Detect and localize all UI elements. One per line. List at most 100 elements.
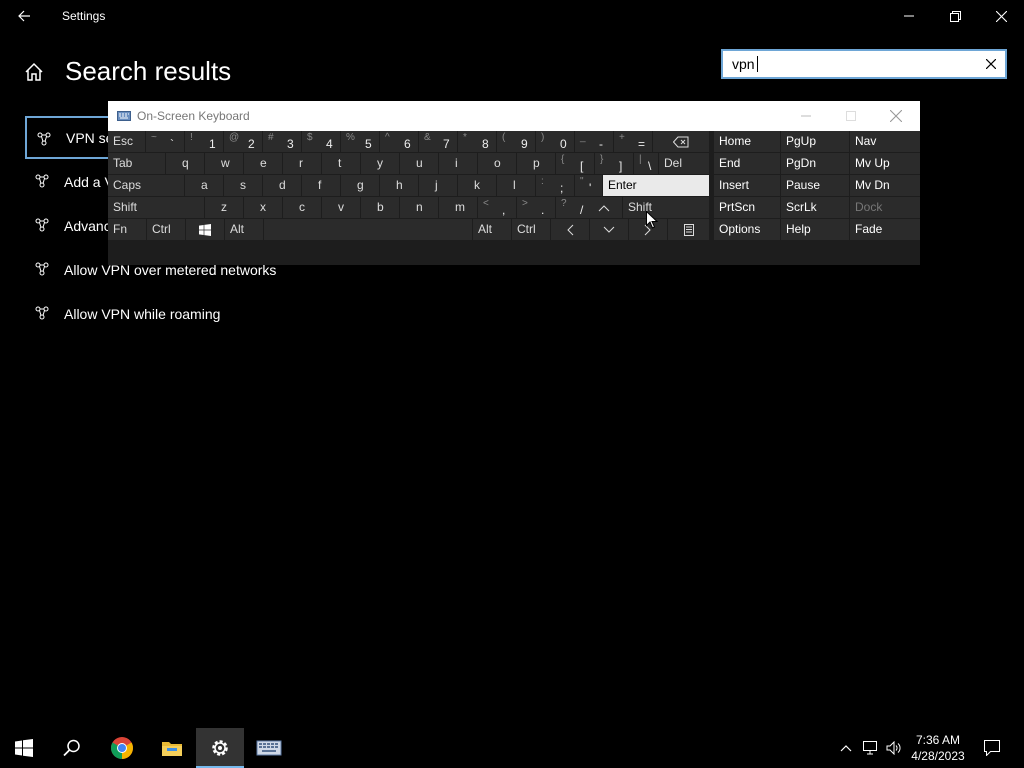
key-insert[interactable]: Insert bbox=[714, 175, 780, 196]
key-m[interactable]: m bbox=[439, 197, 477, 218]
volume-button[interactable] bbox=[883, 728, 905, 768]
search-input[interactable]: vpn bbox=[721, 49, 1007, 79]
key-f[interactable]: f bbox=[302, 175, 340, 196]
key-dock[interactable]: Dock bbox=[850, 197, 920, 218]
key-menu[interactable] bbox=[668, 219, 709, 240]
key-esc[interactable]: Esc bbox=[108, 131, 145, 152]
network-button[interactable] bbox=[860, 728, 882, 768]
key-z[interactable]: z bbox=[205, 197, 243, 218]
result-allow-vpn-roaming[interactable]: Allow VPN while roaming bbox=[25, 292, 375, 335]
key-0[interactable]: ) 0 bbox=[536, 131, 574, 152]
osk-maximize-button[interactable] bbox=[841, 106, 861, 126]
restore-button[interactable] bbox=[932, 0, 978, 32]
start-button[interactable] bbox=[0, 728, 48, 768]
key-o[interactable]: o bbox=[478, 153, 516, 174]
clock[interactable]: 7:36 AM 4/28/2023 bbox=[906, 732, 970, 764]
osk-minimize-button[interactable] bbox=[796, 106, 816, 126]
key-alt[interactable]: Alt bbox=[225, 219, 263, 240]
osk-title-bar[interactable]: On-Screen Keyboard bbox=[108, 101, 920, 131]
key-pgdn[interactable]: PgDn bbox=[781, 153, 849, 174]
key-8[interactable]: * 8 bbox=[458, 131, 496, 152]
key-options[interactable]: Options bbox=[714, 219, 780, 240]
key-alt[interactable]: Alt bbox=[473, 219, 511, 240]
key-e[interactable]: e bbox=[244, 153, 282, 174]
key-k[interactable]: k bbox=[458, 175, 496, 196]
key--[interactable]: _ - bbox=[575, 131, 613, 152]
key-g[interactable]: g bbox=[341, 175, 379, 196]
key-r[interactable]: r bbox=[283, 153, 321, 174]
key-s[interactable]: s bbox=[224, 175, 262, 196]
close-button[interactable] bbox=[978, 0, 1024, 32]
key-ctrl[interactable]: Ctrl bbox=[147, 219, 185, 240]
key-shift[interactable]: Shift bbox=[623, 197, 709, 218]
search-clear-button[interactable] bbox=[983, 56, 999, 72]
key-5[interactable]: % 5 bbox=[341, 131, 379, 152]
key-,[interactable]: <, bbox=[478, 197, 516, 218]
key-pause[interactable]: Pause bbox=[781, 175, 849, 196]
file-explorer-taskbar-button[interactable] bbox=[148, 728, 196, 768]
key-caps[interactable]: Caps bbox=[108, 175, 184, 196]
key-tab[interactable]: Tab bbox=[108, 153, 165, 174]
key-p[interactable]: p bbox=[517, 153, 555, 174]
key-b[interactable]: b bbox=[361, 197, 399, 218]
key-left[interactable] bbox=[551, 219, 589, 240]
key-home[interactable]: Home bbox=[714, 131, 780, 152]
key-][interactable]: }] bbox=[595, 153, 633, 174]
key-x[interactable]: x bbox=[244, 197, 282, 218]
key-1[interactable]: ! 1 bbox=[185, 131, 223, 152]
key-l[interactable]: l bbox=[497, 175, 535, 196]
key-\[interactable]: | \ bbox=[634, 153, 658, 174]
key-4[interactable]: $4 bbox=[302, 131, 340, 152]
back-button[interactable] bbox=[8, 4, 40, 28]
taskbar-search-button[interactable] bbox=[48, 728, 96, 768]
key-6[interactable]: ^ 6 bbox=[380, 131, 418, 152]
key-windows[interactable] bbox=[186, 219, 224, 240]
key-9[interactable]: (9 bbox=[497, 131, 535, 152]
home-button[interactable] bbox=[22, 60, 46, 84]
key-backspace[interactable] bbox=[653, 131, 709, 152]
key-ctrl[interactable]: Ctrl bbox=[512, 219, 550, 240]
osk-taskbar-button[interactable] bbox=[245, 728, 293, 768]
key-c[interactable]: c bbox=[283, 197, 321, 218]
key-7[interactable]: & 7 bbox=[419, 131, 457, 152]
key-h[interactable]: h bbox=[380, 175, 418, 196]
key-=[interactable]: + = bbox=[614, 131, 652, 152]
key-fn[interactable]: Fn bbox=[108, 219, 146, 240]
key-del[interactable]: Del bbox=[659, 153, 709, 174]
key-mv-dn[interactable]: Mv Dn bbox=[850, 175, 920, 196]
key-nav[interactable]: Nav bbox=[850, 131, 920, 152]
key-up[interactable] bbox=[586, 197, 622, 218]
key-mv-up[interactable]: Mv Up bbox=[850, 153, 920, 174]
key-'[interactable]: " ' bbox=[575, 175, 602, 196]
key-scrlk[interactable]: ScrLk bbox=[781, 197, 849, 218]
key-help[interactable]: Help bbox=[781, 219, 849, 240]
key-end[interactable]: End bbox=[714, 153, 780, 174]
action-center-button[interactable] bbox=[978, 728, 1006, 768]
key-shift[interactable]: Shift bbox=[108, 197, 204, 218]
key-enter[interactable]: Enter bbox=[603, 175, 709, 196]
key-2[interactable]: @2 bbox=[224, 131, 262, 152]
key-`[interactable]: ~ ` bbox=[146, 131, 184, 152]
key-down[interactable] bbox=[590, 219, 628, 240]
key-.[interactable]: >. bbox=[517, 197, 555, 218]
key-fade[interactable]: Fade bbox=[850, 219, 920, 240]
key-i[interactable]: i bbox=[439, 153, 477, 174]
key-v[interactable]: v bbox=[322, 197, 360, 218]
key-space[interactable] bbox=[264, 219, 472, 240]
settings-taskbar-button[interactable] bbox=[196, 728, 244, 768]
key-3[interactable]: #3 bbox=[263, 131, 301, 152]
key-[[interactable]: {[ bbox=[556, 153, 594, 174]
key-pgup[interactable]: PgUp bbox=[781, 131, 849, 152]
key-t[interactable]: t bbox=[322, 153, 360, 174]
key-w[interactable]: w bbox=[205, 153, 243, 174]
key-u[interactable]: u bbox=[400, 153, 438, 174]
key-a[interactable]: a bbox=[185, 175, 223, 196]
key-y[interactable]: y bbox=[361, 153, 399, 174]
osk-close-button[interactable] bbox=[886, 106, 906, 126]
minimize-button[interactable] bbox=[886, 0, 932, 32]
key-;[interactable]: :; bbox=[536, 175, 574, 196]
key-d[interactable]: d bbox=[263, 175, 301, 196]
key-q[interactable]: q bbox=[166, 153, 204, 174]
key-n[interactable]: n bbox=[400, 197, 438, 218]
chrome-taskbar-button[interactable] bbox=[98, 728, 146, 768]
